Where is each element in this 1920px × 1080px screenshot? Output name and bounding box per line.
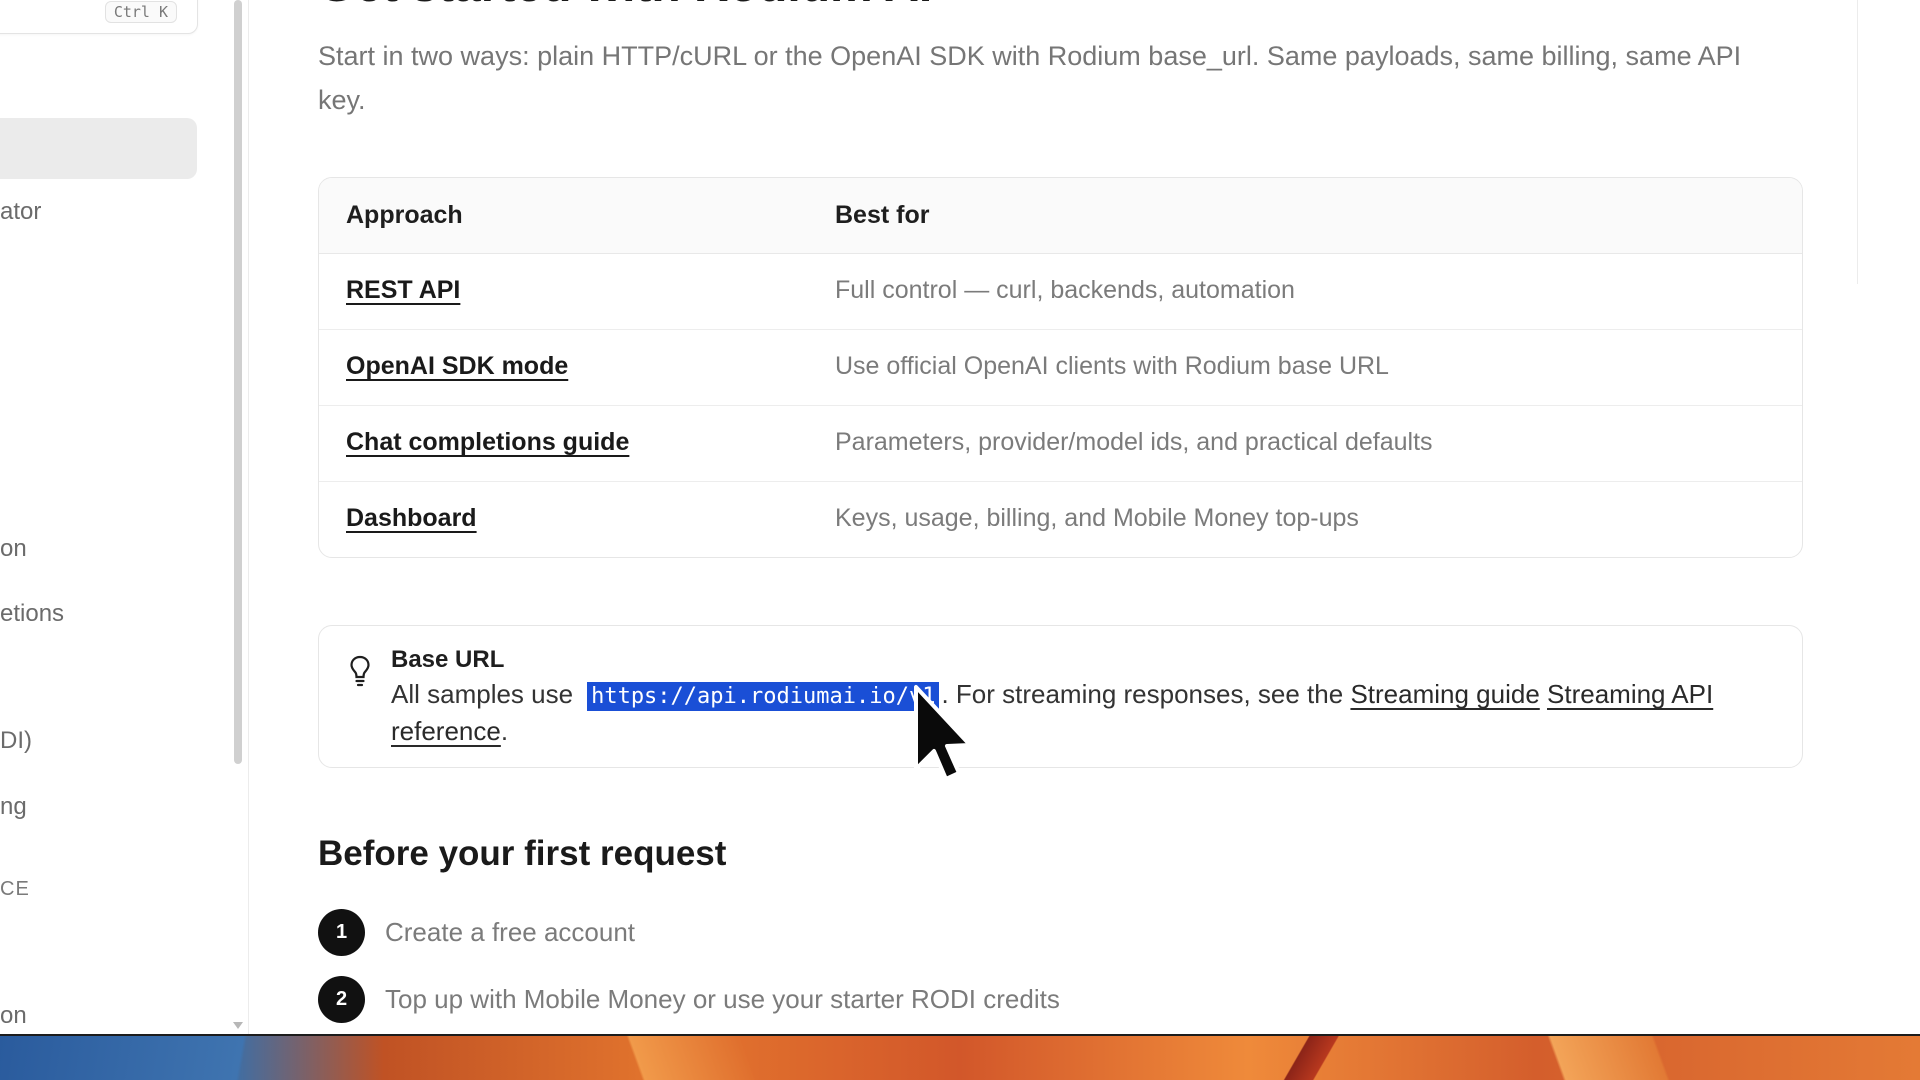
step-text: Top up with Mobile Money or use your sta…	[385, 984, 1060, 1014]
callout-period: .	[500, 716, 509, 746]
lightbulb-icon	[350, 655, 370, 687]
header-approach: Approach	[346, 201, 463, 229]
callout-body: All samples use https://api.rodiumai.io/v…	[391, 677, 1771, 748]
screen: Ctrl K ator on etions DI) ng CE on Get s…	[0, 0, 1920, 1080]
base-url-callout: Base URL All samples use https://api.rodi…	[318, 625, 1803, 768]
step-number-badge: 2	[318, 976, 365, 1023]
header-best-for: Best for	[835, 201, 930, 229]
sidebar-item-di[interactable]: DI)	[0, 727, 32, 755]
dashboard-link[interactable]: Dashboard	[346, 504, 477, 533]
table-row: REST API Full control — curl, backends, …	[319, 254, 1802, 330]
desktop-wallpaper	[0, 1034, 1920, 1080]
chat-completions-guide-link[interactable]: Chat completions guide	[346, 428, 629, 457]
docs-sidebar: Ctrl K ator on etions DI) ng CE on	[0, 0, 249, 1034]
sidebar-item-ator[interactable]: ator	[0, 198, 41, 226]
table-header: Approach Best for	[319, 178, 1802, 254]
sidebar-item-on-2[interactable]: on	[0, 1002, 27, 1030]
callout-text-before: All samples use	[391, 679, 574, 709]
wallpaper-facet	[560, 1036, 820, 1080]
step-text: Create a free account	[385, 917, 636, 947]
table-row: OpenAI SDK mode Use official OpenAI clie…	[319, 330, 1802, 406]
sidebar-item-etions[interactable]: etions	[0, 600, 64, 628]
table-row: Chat completions guide Parameters, provi…	[319, 406, 1802, 482]
mouse-cursor-icon	[914, 685, 972, 781]
sidebar-item-ng[interactable]: ng	[0, 793, 27, 821]
wallpaper-facet	[1460, 1036, 1740, 1080]
openai-sdk-mode-link[interactable]: OpenAI SDK mode	[346, 352, 568, 381]
sidebar-item-on[interactable]: on	[0, 535, 27, 563]
sidebar-search-box[interactable]: Ctrl K	[0, 0, 198, 34]
main-content: Get started with Rodium AI Start in two …	[249, 0, 1920, 1034]
intro-paragraph: Start in two ways: plain HTTP/cURL or th…	[318, 41, 1742, 115]
section-title: Before your first request	[318, 834, 727, 873]
sidebar-item-active[interactable]	[0, 118, 197, 179]
streaming-guide-link[interactable]: Streaming guide	[1350, 679, 1539, 709]
callout-title: Base URL	[391, 646, 505, 673]
page-title: Get started with Rodium AI	[318, 0, 932, 13]
sidebar-section-ce: CE	[0, 878, 30, 900]
table-cell: Parameters, provider/model ids, and prac…	[835, 428, 1433, 456]
wallpaper-facet	[0, 1036, 340, 1080]
table-cell: Keys, usage, billing, and Mobile Money t…	[835, 504, 1359, 532]
rest-api-link[interactable]: REST API	[346, 276, 460, 305]
search-shortcut-kbd: Ctrl K	[104, 1, 177, 23]
table-row: Dashboard Keys, usage, billing, and Mobi…	[319, 482, 1802, 557]
step-number-badge: 1	[318, 909, 365, 956]
table-cell: Use official OpenAI clients with Rodium …	[835, 352, 1389, 380]
sidebar-scrollbar-thumb[interactable]	[234, 0, 242, 764]
approach-table: Approach Best for REST API Full control …	[318, 177, 1803, 558]
base-url-code[interactable]: https://api.rodiumai.io/v1	[587, 682, 940, 711]
callout-text-after: . For streaming responses, see the	[941, 679, 1344, 709]
scroll-down-arrow-icon[interactable]	[233, 1022, 243, 1029]
table-cell: Full control — curl, backends, automatio…	[835, 276, 1295, 304]
toc-divider	[1857, 0, 1858, 284]
wallpaper-facet	[1250, 1036, 1370, 1080]
